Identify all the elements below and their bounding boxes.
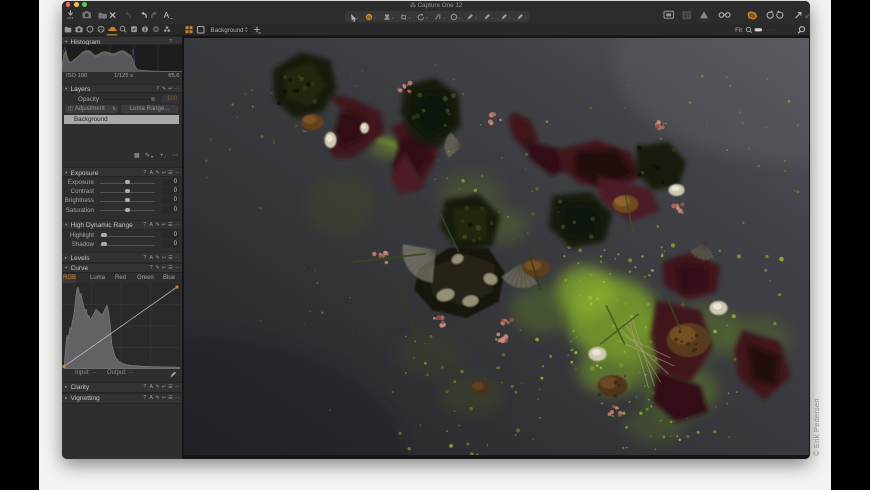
- svg-text:Fit: Fit: [735, 27, 742, 34]
- svg-text:Background: Background: [211, 27, 245, 34]
- svg-text:A: A: [164, 10, 170, 20]
